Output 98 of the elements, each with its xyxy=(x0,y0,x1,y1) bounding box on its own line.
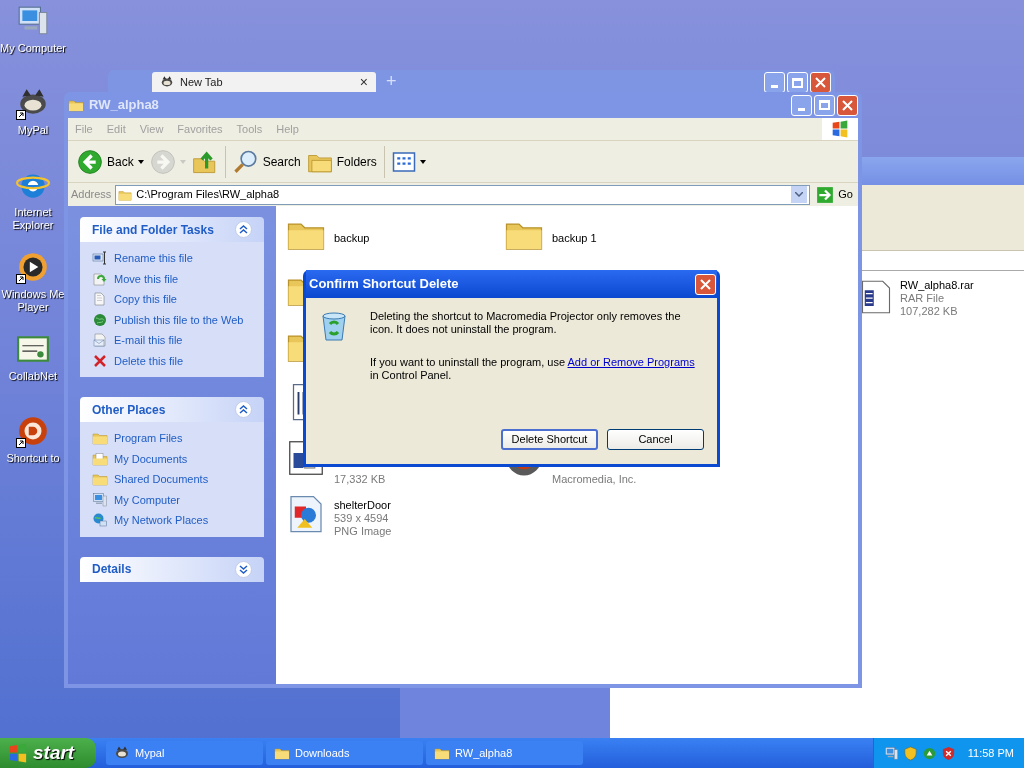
folder-icon xyxy=(68,97,84,113)
taskbar-button[interactable]: RW_alpha8 xyxy=(426,741,583,765)
caret-icon xyxy=(137,159,144,164)
tab-title: New Tab xyxy=(180,74,224,90)
copy-icon xyxy=(92,291,108,308)
window-title: RW_alpha8 xyxy=(89,96,160,115)
chevron-button[interactable] xyxy=(235,560,252,578)
file-info: 17,332 KB xyxy=(334,473,386,486)
double-chevron-icon xyxy=(239,225,248,234)
tab-close-button[interactable]: × xyxy=(359,75,368,89)
task-link[interactable]: My Computer xyxy=(114,491,181,508)
folder-icon xyxy=(92,471,108,488)
close-button[interactable] xyxy=(695,273,716,295)
dialog-message: If you want to uninstall the program, use Add or Remove Programs in Control Panel. xyxy=(370,356,696,382)
caret-icon xyxy=(419,159,426,164)
taskbar-button[interactable]: Downloads xyxy=(266,741,423,765)
raccoon-icon xyxy=(160,75,174,89)
folder-icon xyxy=(92,430,108,447)
file-info: PNG Image xyxy=(334,524,392,538)
double-chevron-icon xyxy=(239,564,248,574)
file-info: 539 x 4594 xyxy=(334,511,390,525)
close-icon xyxy=(842,99,853,111)
delete-shortcut-button[interactable]: Delete Shortcut xyxy=(501,429,598,450)
search-icon xyxy=(232,148,259,175)
desktop-icon-label[interactable]: Internet Explorer xyxy=(12,206,54,232)
task-link[interactable]: My Network Places xyxy=(114,512,209,529)
cancel-button[interactable]: Cancel xyxy=(607,429,704,450)
panel-title: File and Folder Tasks xyxy=(92,221,215,239)
add-remove-programs-link[interactable]: Add or Remove Programs xyxy=(567,356,695,368)
close-icon xyxy=(815,77,826,88)
folder-icon xyxy=(274,745,290,761)
address-label: Address xyxy=(71,187,112,203)
move-icon xyxy=(92,270,108,287)
browser-tab[interactable]: New Tab × xyxy=(152,72,376,92)
close-button[interactable] xyxy=(810,72,831,93)
desktop-icon-label[interactable]: Shortcut to xyxy=(6,452,60,465)
start-button[interactable]: start xyxy=(0,738,96,768)
caret-icon xyxy=(179,159,186,164)
mail-icon xyxy=(92,332,108,349)
task-link[interactable]: Publish this file to the Web xyxy=(114,311,244,328)
task-link[interactable]: Program Files xyxy=(114,430,183,447)
file-name: shelterDoor xyxy=(334,498,392,512)
search-button[interactable]: Search xyxy=(229,148,304,175)
arrow-icon xyxy=(816,185,835,204)
maximize-button[interactable] xyxy=(814,94,835,116)
panel-title: Details xyxy=(92,561,133,578)
back-button[interactable]: Back xyxy=(74,148,147,175)
views-icon xyxy=(391,149,416,174)
close-button[interactable] xyxy=(837,94,858,116)
close-icon xyxy=(700,278,711,290)
dialog-message: Deleting the shortcut to Macromedia Projector only removes the icon. It does not uninstall the program. xyxy=(370,310,682,336)
network-icon xyxy=(883,745,899,761)
go-button[interactable]: Go xyxy=(814,185,855,204)
panel-title: Other Places xyxy=(92,401,167,419)
folder-icon xyxy=(434,745,450,761)
rename-icon xyxy=(92,250,108,267)
task-link[interactable]: Shared Documents xyxy=(114,471,209,488)
file-name: RW_alpha8.rar xyxy=(900,279,974,292)
raccoon-icon xyxy=(114,745,130,761)
folders-button[interactable]: Folders xyxy=(303,148,380,175)
task-link[interactable]: Delete this file xyxy=(114,352,184,369)
maximize-button[interactable] xyxy=(787,72,808,93)
security-icon xyxy=(940,745,956,761)
media-icon xyxy=(16,250,50,284)
globe-icon xyxy=(92,311,108,328)
flag-icon xyxy=(8,743,28,763)
file-info: RAR File xyxy=(900,292,945,305)
file-name: backup 1 xyxy=(552,231,597,245)
task-link[interactable]: E-mail this file xyxy=(114,332,183,349)
computer-icon xyxy=(92,491,108,508)
taskbar-button[interactable]: Mypal xyxy=(106,741,263,765)
flag-icon xyxy=(831,120,849,138)
chevron-down-icon xyxy=(795,192,804,197)
task-link[interactable]: Copy this file xyxy=(114,291,177,308)
file-info: Macromedia, Inc. xyxy=(552,473,637,486)
clock: 11:58 PM xyxy=(967,745,1014,761)
network-icon xyxy=(92,512,108,529)
desktop-icon-label[interactable]: CollabNet xyxy=(8,370,58,383)
update-icon xyxy=(921,745,937,761)
double-chevron-icon xyxy=(239,405,248,414)
address-field[interactable]: C:\Program Files\RW_alpha8 xyxy=(115,184,811,205)
task-link[interactable]: My Documents xyxy=(114,450,188,467)
delete-icon xyxy=(92,352,108,369)
file-info: 107,282 KB xyxy=(900,305,959,318)
task-link[interactable]: Rename this file xyxy=(114,250,193,267)
documents-icon xyxy=(92,450,108,467)
task-link[interactable]: Move this file xyxy=(114,270,179,287)
dialog-title: Confirm Shortcut Delete xyxy=(309,275,460,294)
chevron-button[interactable] xyxy=(235,221,252,238)
shield-icon xyxy=(902,745,918,761)
dropdown-button[interactable] xyxy=(791,186,808,203)
minimize-button[interactable] xyxy=(764,72,785,93)
minimize-button[interactable] xyxy=(791,94,812,116)
desktop-icon-label[interactable]: MyPal xyxy=(17,124,49,137)
desktop-icon-label[interactable]: Windows Me Player xyxy=(1,288,65,314)
desktop-icon-label[interactable]: My Computer xyxy=(0,42,66,55)
file-name: backup xyxy=(334,231,370,245)
chevron-button[interactable] xyxy=(235,401,252,418)
